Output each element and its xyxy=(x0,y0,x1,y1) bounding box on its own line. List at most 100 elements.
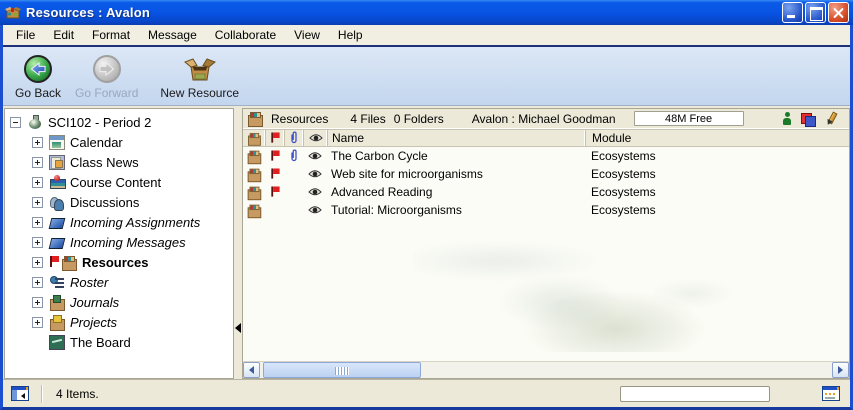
resource-name[interactable]: Web site for microorganisms xyxy=(327,167,585,181)
status-progress-box xyxy=(620,386,770,402)
left-arrow-icon xyxy=(249,366,254,374)
tree-item-incoming-messages[interactable]: Incoming Messages xyxy=(7,232,233,252)
books-icon xyxy=(49,175,65,190)
owner-label: Avalon : Michael Goodman xyxy=(472,112,616,126)
scroll-right-button[interactable] xyxy=(832,362,849,378)
tree-item-roster[interactable]: Roster xyxy=(7,272,233,292)
box-icon xyxy=(247,111,263,126)
scrollbar-thumb[interactable] xyxy=(263,362,421,378)
plus-expander-icon[interactable] xyxy=(32,217,43,228)
plus-expander-icon[interactable] xyxy=(32,177,43,188)
new-resource-button[interactable]: New Resource xyxy=(154,51,245,100)
open-box-icon xyxy=(182,53,218,85)
visibility-column-header[interactable] xyxy=(303,130,327,146)
tree-item-journals[interactable]: Journals xyxy=(7,292,233,312)
collapse-expander-icon[interactable] xyxy=(10,117,21,128)
free-space-indicator: 48M Free xyxy=(634,111,744,126)
box-icon xyxy=(247,149,261,163)
folder-count: 0 Folders xyxy=(394,112,444,126)
maximize-button[interactable] xyxy=(805,2,826,23)
tree-item-class-news[interactable]: Class News xyxy=(7,152,233,172)
plus-expander-icon[interactable] xyxy=(32,257,43,268)
window-title: Resources : Avalon xyxy=(26,5,782,20)
toolbar: Go Back Go Forward xyxy=(3,47,850,106)
list-row[interactable]: Web site for microorganisms Ecosystems xyxy=(243,165,849,183)
resource-name[interactable]: Advanced Reading xyxy=(327,185,585,199)
resource-module: Ecosystems xyxy=(585,149,849,163)
panel-toggle-icon[interactable] xyxy=(11,386,29,401)
tree-item-course-content[interactable]: Course Content xyxy=(7,172,233,192)
scroll-left-button[interactable] xyxy=(243,362,260,378)
menu-edit[interactable]: Edit xyxy=(44,25,83,45)
eye-icon xyxy=(308,187,322,197)
list-row[interactable]: The Carbon Cycle Ecosystems xyxy=(243,147,849,165)
go-forward-button[interactable]: Go Forward xyxy=(69,51,144,100)
person-icon[interactable] xyxy=(782,112,792,126)
menu-message[interactable]: Message xyxy=(139,25,206,45)
list-row[interactable]: Advanced Reading Ecosystems xyxy=(243,183,849,201)
list-row[interactable]: Tutorial: Microorganisms Ecosystems xyxy=(243,201,849,219)
tree-item-the-board[interactable]: The Board xyxy=(7,332,233,352)
plus-expander-icon[interactable] xyxy=(32,157,43,168)
go-back-button[interactable]: Go Back xyxy=(9,51,67,100)
resource-box-icon xyxy=(5,5,21,21)
tree-item-resources[interactable]: Resources xyxy=(7,252,233,272)
list-title: Resources xyxy=(271,112,328,126)
plus-expander-icon[interactable] xyxy=(32,277,43,288)
journal-box-icon xyxy=(49,295,65,310)
module-column-header[interactable]: Module xyxy=(585,130,849,146)
menu-view[interactable]: View xyxy=(285,25,329,45)
menu-format[interactable]: Format xyxy=(83,25,139,45)
panel-splitter[interactable] xyxy=(234,108,242,379)
pencil-icon[interactable] xyxy=(825,112,837,126)
application-window: Resources : Avalon File Edit Format Mess… xyxy=(0,0,853,410)
flag-icon xyxy=(270,132,279,143)
scrollbar-track[interactable] xyxy=(260,362,832,378)
item-icon-column-header[interactable] xyxy=(243,130,265,146)
layers-icon[interactable] xyxy=(801,112,816,126)
menu-collaborate[interactable]: Collaborate xyxy=(206,25,285,45)
plus-expander-icon[interactable] xyxy=(32,297,43,308)
plus-expander-icon[interactable] xyxy=(32,137,43,148)
course-tree: SCI102 - Period 2 Calendar Class News Co… xyxy=(4,108,234,379)
calendar-icon xyxy=(49,135,65,150)
menu-file[interactable]: File xyxy=(7,25,44,45)
resource-module: Ecosystems xyxy=(585,203,849,217)
title-bar[interactable]: Resources : Avalon xyxy=(0,0,853,25)
tree-item-calendar[interactable]: Calendar xyxy=(7,132,233,152)
box-icon xyxy=(247,167,261,181)
eye-icon xyxy=(309,133,323,143)
layout-icon[interactable] xyxy=(822,386,840,401)
collapse-left-icon[interactable] xyxy=(235,323,241,333)
close-button[interactable] xyxy=(828,2,849,23)
chalkboard-icon xyxy=(49,335,65,350)
plus-expander-icon[interactable] xyxy=(32,237,43,248)
box-icon xyxy=(247,132,261,145)
resource-module: Ecosystems xyxy=(585,185,849,199)
plus-expander-icon[interactable] xyxy=(32,197,43,208)
items-count-text: 4 Items. xyxy=(56,387,99,401)
flag-column-header[interactable] xyxy=(265,130,284,146)
book-icon xyxy=(49,215,65,230)
eye-icon xyxy=(308,205,322,215)
tree-item-incoming-assignments[interactable]: Incoming Assignments xyxy=(7,212,233,232)
tree-item-projects[interactable]: Projects xyxy=(7,312,233,332)
name-column-header[interactable]: Name xyxy=(327,130,585,146)
tree-item-discussions[interactable]: Discussions xyxy=(7,192,233,212)
horizontal-scrollbar[interactable] xyxy=(243,361,849,378)
resource-name[interactable]: Tutorial: Microorganisms xyxy=(327,203,585,217)
back-arrow-icon xyxy=(23,53,53,85)
resource-list-panel: Resources 4 Files 0 Folders Avalon : Mic… xyxy=(242,108,850,379)
status-bar: 4 Items. xyxy=(3,379,850,407)
paperclip-icon xyxy=(289,131,299,145)
attachment-column-header[interactable] xyxy=(284,130,303,146)
tree-root-sci102[interactable]: SCI102 - Period 2 xyxy=(7,112,233,132)
plus-expander-icon[interactable] xyxy=(32,317,43,328)
resource-name[interactable]: The Carbon Cycle xyxy=(327,149,585,163)
flask-icon xyxy=(27,115,43,130)
flag-icon xyxy=(270,186,279,197)
minimize-button[interactable] xyxy=(782,2,803,23)
resource-module: Ecosystems xyxy=(585,167,849,181)
menu-bar: File Edit Format Message Collaborate Vie… xyxy=(3,25,850,47)
menu-help[interactable]: Help xyxy=(329,25,372,45)
